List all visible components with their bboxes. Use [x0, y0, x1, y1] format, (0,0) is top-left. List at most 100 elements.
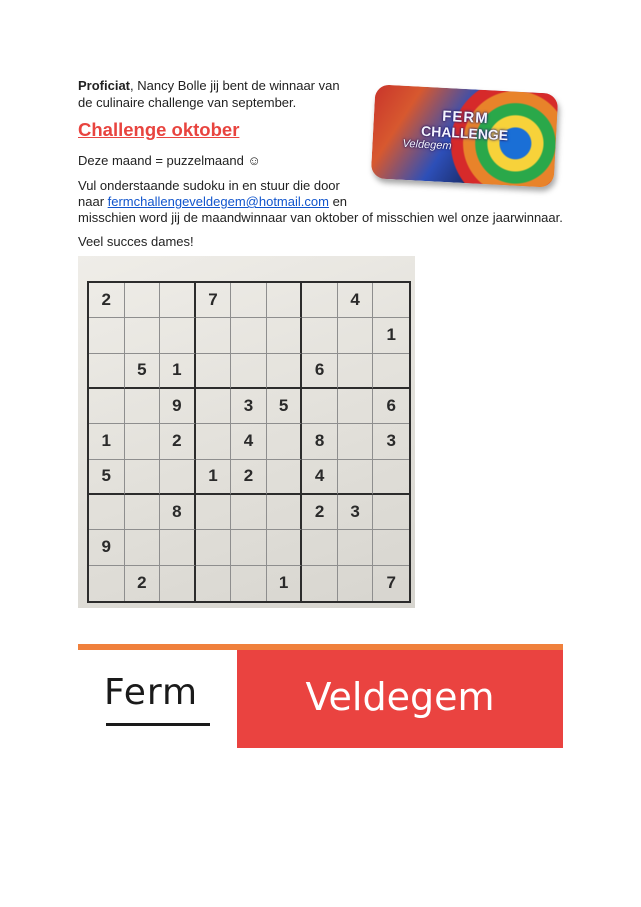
intro-line-2: de culinaire challenge van september.	[78, 95, 297, 110]
sudoku-cell	[266, 494, 303, 531]
sudoku-cell: 1	[267, 565, 303, 601]
sudoku-cell	[337, 424, 374, 460]
sudoku-cell: 9	[160, 388, 196, 425]
sudoku-cell	[195, 318, 232, 354]
sudoku-cell	[266, 318, 303, 354]
sudoku-cell: 1	[373, 318, 409, 354]
sudoku-cell	[337, 388, 374, 425]
sudoku-cell	[89, 494, 125, 531]
sudoku-cell: 4	[337, 283, 374, 319]
intro-rest: , Nancy Bolle jij bent de winnaar van	[130, 78, 340, 93]
ferm-challenge-logo: FERM CHALLENGE Veldegem	[370, 84, 559, 188]
ferm-underline	[106, 723, 210, 726]
sudoku-cell	[195, 353, 232, 389]
sudoku-cell: 2	[231, 459, 267, 495]
sudoku-cell	[266, 459, 303, 495]
sudoku-cell	[196, 565, 232, 601]
sudoku-cell	[124, 318, 161, 354]
sudoku-cell: 5	[266, 388, 303, 425]
ferm-logo-text: Ferm	[104, 672, 199, 713]
body-suffix: en	[328, 194, 348, 209]
sudoku-cell: 9	[89, 530, 125, 566]
sudoku-cell: 1	[160, 353, 196, 389]
sudoku-cell	[373, 460, 409, 495]
sudoku-cell	[373, 283, 409, 319]
sudoku-cell	[160, 283, 196, 319]
sudoku-cell	[160, 530, 196, 566]
veldegem-block: Veldegem	[237, 650, 563, 748]
sudoku-cell	[124, 459, 161, 495]
body-line-3: misschien word jij de maandwinnaar van o…	[78, 210, 563, 225]
sudoku-cell	[160, 459, 196, 495]
sudoku-cell: 3	[231, 388, 267, 425]
body-prefix: naar	[78, 194, 108, 209]
sudoku-cell: 5	[124, 353, 161, 389]
sudoku-cell	[266, 530, 303, 566]
sudoku-cell: 3	[373, 424, 409, 460]
sudoku-cell: 5	[89, 459, 125, 495]
sudoku-cell: 2	[302, 494, 338, 531]
sudoku-cell: 7	[195, 283, 232, 319]
sudoku-cell	[89, 353, 125, 389]
sudoku-cell	[231, 530, 267, 566]
sudoku-cell	[337, 459, 374, 495]
sudoku-cell	[302, 565, 338, 601]
body-line-2: naar fermchallengeveldegem@hotmail.com e…	[78, 193, 347, 210]
intro-bold: Proficiat	[78, 78, 131, 93]
sudoku-cell	[195, 388, 232, 425]
sudoku-cell	[124, 283, 161, 319]
sudoku-cell	[231, 565, 267, 601]
sudoku-cell	[266, 353, 303, 389]
ferm-logo-block: Ferm	[78, 650, 237, 748]
sudoku-cell: 2	[89, 283, 125, 319]
intro-line-1: Proficiat, Nancy Bolle jij bent de winna…	[78, 77, 340, 94]
sudoku-cell	[89, 565, 125, 601]
sudoku-cell	[373, 354, 409, 389]
veldegem-text: Veldegem	[305, 675, 495, 719]
sudoku-cell	[302, 388, 338, 425]
sudoku-cell	[302, 283, 338, 319]
sudoku-cell	[337, 318, 374, 354]
sudoku-cell	[124, 388, 161, 425]
sudoku-cell: 4	[231, 424, 267, 460]
sudoku-cell	[231, 283, 267, 319]
sudoku-grid: 274151693561248351248239217	[87, 281, 411, 603]
email-link[interactable]: fermchallengeveldegem@hotmail.com	[108, 194, 329, 209]
sudoku-cell: 6	[302, 353, 338, 389]
sudoku-cell	[195, 424, 232, 460]
sudoku-cell: 1	[195, 459, 232, 495]
sudoku-cell	[373, 530, 409, 566]
sudoku-cell	[231, 353, 267, 389]
sudoku-cell	[195, 530, 232, 566]
sudoku-cell	[124, 530, 161, 566]
sudoku-cell	[337, 530, 374, 566]
sudoku-cell: 3	[337, 494, 374, 531]
sudoku-cell: 4	[302, 459, 338, 495]
sudoku-cell: 7	[386, 573, 396, 593]
sudoku-cell	[89, 318, 125, 354]
sudoku-cell	[266, 424, 303, 460]
sudoku-cell	[302, 318, 338, 354]
sudoku-cell	[373, 495, 409, 531]
sudoku-cell	[338, 565, 374, 601]
sudoku-cell	[89, 388, 125, 425]
sudoku-cell	[160, 318, 196, 354]
sudoku-cell: 2	[125, 565, 161, 601]
body-line-1: Vul onderstaande sudoku in en stuur die …	[78, 178, 340, 193]
sudoku-cell	[124, 424, 161, 460]
sudoku-cell: 8	[302, 424, 338, 460]
challenge-heading: Challenge oktober	[78, 119, 240, 140]
sudoku-cell	[231, 494, 267, 531]
sudoku-cell	[231, 318, 267, 354]
sudoku-cell: 6	[373, 389, 409, 425]
sudoku-cell: 1	[89, 424, 125, 460]
subtitle: Deze maand = puzzelmaand ☺	[78, 153, 261, 168]
sudoku-cell: 8	[160, 494, 196, 531]
sudoku-cell	[124, 494, 161, 531]
sudoku-cell	[195, 494, 232, 531]
sudoku-cell: 2	[160, 424, 196, 460]
closing-text: Veel succes dames!	[78, 234, 194, 249]
sudoku-cell	[302, 530, 338, 566]
sudoku-cell	[266, 283, 303, 319]
sudoku-cell	[337, 353, 374, 389]
